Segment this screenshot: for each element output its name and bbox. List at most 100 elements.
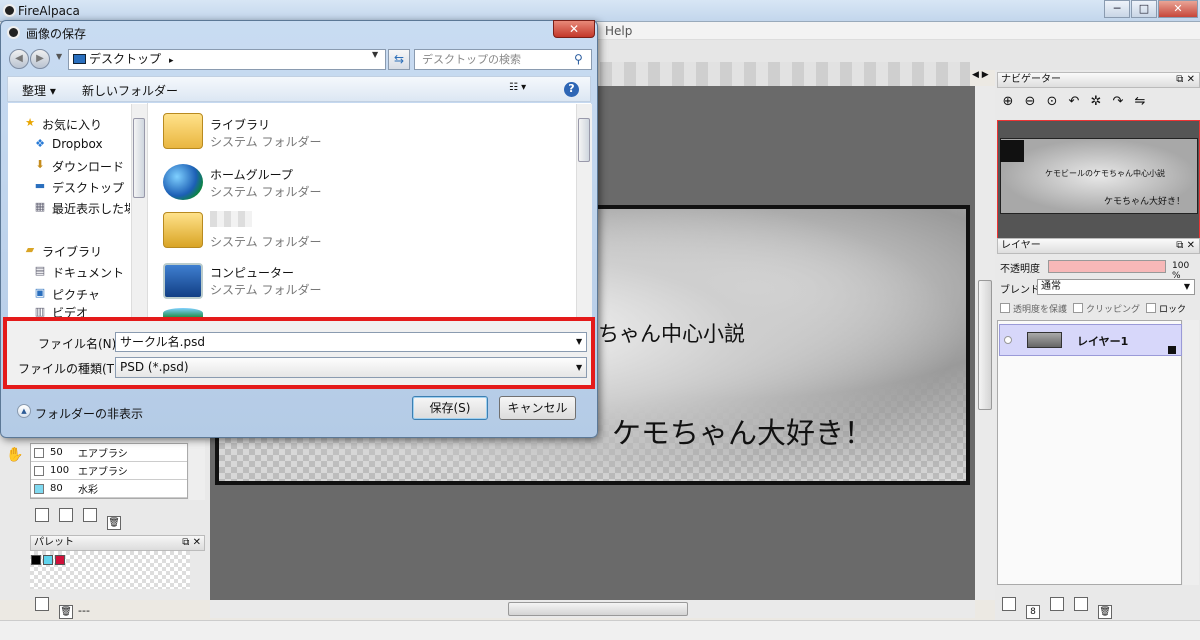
file-list-scroll-thumb[interactable] — [578, 118, 590, 162]
menu-help[interactable]: Help — [605, 24, 632, 38]
file-item-name[interactable]: コンピューター — [210, 264, 294, 281]
hide-folders-toggle[interactable]: フォルダーの非表示 — [35, 405, 143, 422]
palette-name: --- — [78, 604, 90, 617]
computer-icon — [163, 263, 203, 299]
delete-layer-icon[interactable]: 🗑 — [1098, 605, 1112, 619]
brush-toolbar: 🗑 — [30, 505, 205, 530]
homegroup-icon — [163, 164, 203, 200]
tree-item-dropbox[interactable]: Dropbox — [52, 137, 103, 151]
tree-item-documents[interactable]: ドキュメント — [52, 264, 124, 281]
layer-options: 透明度を保護 クリッピング ロック — [1000, 302, 1186, 315]
layer-visibility-icon[interactable] — [1004, 336, 1012, 344]
protect-alpha-checkbox[interactable]: 透明度を保護 — [1000, 302, 1067, 315]
tree-item-favorites[interactable]: お気に入り — [42, 116, 102, 133]
brush-color-swatch — [34, 465, 44, 476]
dialog-close-button[interactable]: ✕ — [553, 20, 595, 38]
close-window-button[interactable]: ✕ — [1158, 0, 1198, 18]
new-folder-button[interactable]: 新しいフォルダー — [82, 82, 178, 99]
file-item-name[interactable]: ライブラリ — [210, 116, 270, 133]
cancel-button[interactable]: キャンセル — [499, 396, 576, 420]
brush-color-swatch — [34, 483, 44, 494]
history-dropdown-icon[interactable]: ▼ — [56, 52, 62, 61]
hand-tool-icon[interactable]: ✋ — [6, 447, 23, 463]
file-item-name[interactable]: ホームグループ — [210, 166, 293, 183]
file-item-type: システム フォルダー — [210, 235, 322, 249]
tree-item-pictures[interactable]: ピクチャ — [52, 286, 100, 303]
layer-scrollbar[interactable] — [1183, 320, 1199, 585]
new-layer-icon[interactable] — [1002, 597, 1016, 611]
layer-toolbar: 8 🗑 — [997, 594, 1200, 619]
brush-list: 50 エアブラシ 100 エアブラシ 80 水彩 — [30, 443, 188, 499]
blend-mode-select[interactable]: 通常 ▼ — [1037, 279, 1195, 295]
organize-button[interactable]: 整理 ▾ — [22, 82, 56, 99]
new-8bit-layer-icon[interactable]: 8 — [1026, 605, 1040, 619]
delete-palette-icon[interactable]: 🗑 — [59, 605, 73, 619]
address-dropdown-icon[interactable]: ▼ — [372, 50, 378, 59]
zoom-reset-icon[interactable]: ⊙ — [1041, 94, 1063, 109]
file-item-type: システム フォルダー — [210, 283, 322, 297]
duplicate-layer-icon[interactable] — [1050, 597, 1064, 611]
palette-swatch[interactable] — [43, 555, 53, 565]
lock-checkbox[interactable]: ロック — [1146, 302, 1186, 315]
new-palette-icon[interactable] — [35, 597, 49, 611]
clipping-checkbox[interactable]: クリッピング — [1073, 302, 1140, 315]
checkbox-box — [1073, 303, 1084, 313]
breadcrumb-chevron-icon[interactable]: ▸ — [169, 56, 174, 66]
layer-panel-title: レイヤー — [1001, 240, 1041, 251]
maximize-button[interactable]: □ — [1131, 0, 1157, 18]
tree-item-desktop[interactable]: デスクトップ — [52, 179, 124, 196]
collapse-icon[interactable]: ▲ — [17, 404, 31, 418]
minimize-button[interactable]: ─ — [1104, 0, 1130, 18]
view-options-icon[interactable]: ☷ ▾ — [509, 82, 526, 93]
palette-swatch[interactable] — [55, 555, 65, 565]
canvas-vertical-scroll-thumb[interactable] — [978, 280, 992, 410]
tree-item-videos[interactable]: ビデオ — [52, 304, 88, 317]
brush-item[interactable]: 100 エアブラシ — [31, 462, 187, 480]
address-bar[interactable]: デスクトップ ▸ — [68, 49, 386, 70]
canvas-horizontal-scroll-thumb[interactable] — [508, 602, 688, 616]
file-item-name[interactable] — [210, 211, 252, 227]
help-icon[interactable]: ? — [564, 82, 579, 97]
canvas-text-line1: ちゃん中心小説 — [598, 322, 745, 346]
brush-scrollbar[interactable] — [189, 440, 205, 500]
delete-brush-icon[interactable]: 🗑 — [107, 516, 121, 530]
rotate-right-icon[interactable]: ↷ — [1107, 94, 1129, 109]
opacity-slider[interactable] — [1048, 260, 1166, 273]
brush-name: エアブラシ — [78, 449, 128, 460]
opacity-value: 100 % — [1172, 261, 1190, 281]
tree-item-recent[interactable]: 最近表示した場所 — [52, 200, 130, 217]
new-brush-icon[interactable] — [35, 508, 49, 522]
rotate-left-icon[interactable]: ↶ — [1063, 94, 1085, 109]
navigator-title: ナビゲーター — [1001, 74, 1061, 85]
brush-item[interactable]: 50 エアブラシ — [31, 444, 187, 462]
panel-collapse-arrows[interactable]: ◀ ▶ — [972, 70, 996, 86]
search-input[interactable]: デスクトップの検索 — [414, 49, 592, 70]
back-button[interactable]: ◀ — [9, 49, 29, 69]
rotate-reset-icon[interactable]: ✲ — [1085, 94, 1107, 109]
refresh-button[interactable]: ⇆ — [388, 49, 410, 70]
app-title: FireAlpaca — [18, 4, 80, 18]
edit-brush-icon[interactable] — [59, 508, 73, 522]
duplicate-brush-icon[interactable] — [83, 508, 97, 522]
tree-item-downloads[interactable]: ダウンロード — [52, 158, 124, 175]
palette-header: パレット ⧉ ✕ — [30, 535, 205, 551]
tree-scroll-thumb[interactable] — [133, 118, 145, 198]
forward-button[interactable]: ▶ — [30, 49, 50, 69]
brush-item[interactable]: 80 水彩 — [31, 480, 187, 498]
lock-label: ロック — [1159, 305, 1187, 315]
search-icon[interactable]: ⚲ — [574, 52, 583, 66]
layer-thumbnail — [1027, 332, 1062, 348]
save-button[interactable]: 保存(S) — [412, 396, 488, 420]
address-text: デスクトップ — [89, 52, 162, 66]
zoom-out-icon[interactable]: ⊖ — [1019, 94, 1041, 109]
panel-float-close-icon[interactable]: ⧉ ✕ — [1176, 73, 1195, 87]
merge-layer-icon[interactable] — [1074, 597, 1088, 611]
tree-item-libraries[interactable]: ライブラリ — [42, 243, 102, 260]
flip-horizontal-icon[interactable]: ⇋ — [1129, 94, 1151, 109]
zoom-in-icon[interactable]: ⊕ — [997, 94, 1019, 109]
brush-size: 80 — [50, 483, 63, 494]
canvas-text-line2: ケモちゃん大好き！ — [612, 416, 874, 450]
palette-swatch[interactable] — [31, 555, 41, 565]
panel-float-close-icon[interactable]: ⧉ ✕ — [182, 536, 201, 550]
panel-float-close-icon[interactable]: ⧉ ✕ — [1176, 239, 1195, 253]
